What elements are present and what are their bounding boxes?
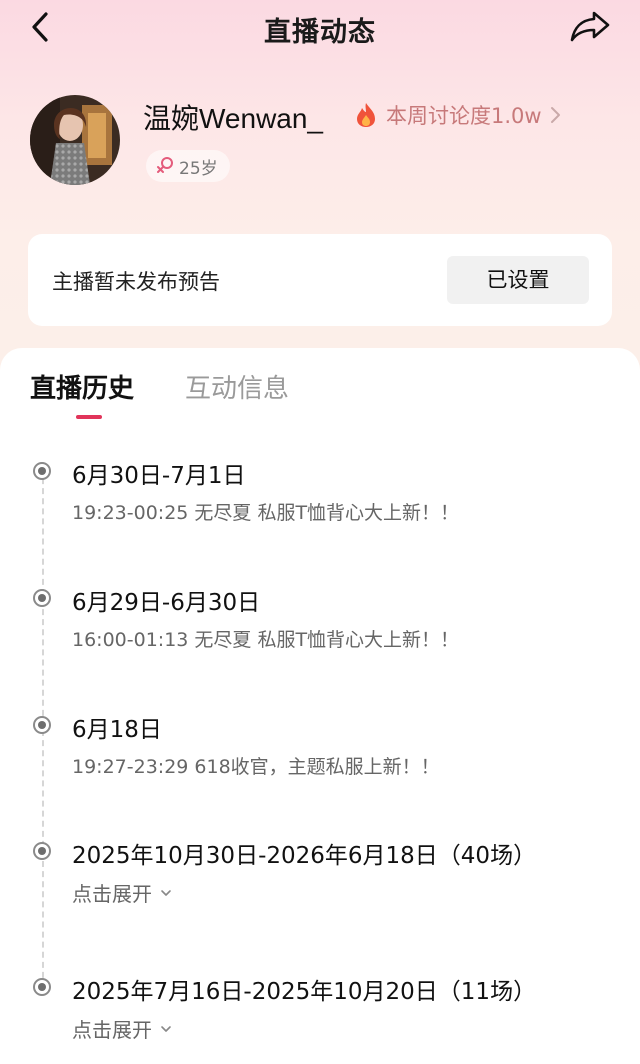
weekly-heat-label: 本周讨论度1.0w <box>386 104 542 128</box>
weekly-heat-link[interactable]: 本周讨论度1.0w <box>356 100 562 130</box>
history-desc: 19:27-23:29 618收官，主题私服上新！！ <box>72 756 440 778</box>
preview-notice-text: 主播暂未发布预告 <box>52 270 220 294</box>
female-icon <box>157 157 173 173</box>
timeline-dot-icon <box>33 716 51 734</box>
chevron-right-icon <box>550 107 560 123</box>
history-date: 6月18日 <box>72 717 162 743</box>
history-desc: 16:00-01:13 无尽夏 私服T恤背心大上新！！ <box>72 629 460 651</box>
history-panel: 直播历史 互动信息 6月30日-7月1日 19:23-00:25 无尽夏 私服T… <box>0 348 640 1064</box>
history-group-date: 2025年7月16日-2025年10月20日（11场） <box>72 979 537 1005</box>
age-label: 25岁 <box>179 158 218 179</box>
history-desc: 19:23-00:25 无尽夏 私服T恤背心大上新！！ <box>72 502 460 524</box>
top-nav-bar: 直播动态 <box>0 0 640 54</box>
timeline-dot-icon <box>33 842 51 860</box>
expand-button[interactable]: 点击展开 <box>72 878 172 907</box>
share-icon[interactable] <box>568 8 612 44</box>
expand-label: 点击展开 <box>72 1018 152 1042</box>
tab-interaction-info[interactable]: 互动信息 <box>185 368 289 405</box>
timeline-dot-icon <box>33 462 51 480</box>
reminder-set-button[interactable]: 已设置 <box>447 256 589 304</box>
chevron-down-icon <box>161 889 171 896</box>
expand-label: 点击展开 <box>72 882 152 906</box>
age-badge: 25岁 <box>146 150 230 182</box>
history-group-date: 2025年10月30日-2026年6月18日（40场） <box>72 843 537 869</box>
timeline-dot-icon <box>33 978 51 996</box>
flame-icon <box>357 103 375 127</box>
timeline-dot-icon <box>33 589 51 607</box>
history-date: 6月29日-6月30日 <box>72 590 261 616</box>
active-tab-indicator <box>76 415 102 419</box>
streamer-name: 温婉Wenwan_ <box>143 103 324 134</box>
expand-button[interactable]: 点击展开 <box>72 1014 172 1043</box>
avatar[interactable] <box>30 95 120 185</box>
tab-live-history[interactable]: 直播历史 <box>30 368 134 405</box>
chevron-down-icon <box>161 1025 171 1032</box>
page-title: 直播动态 <box>264 17 376 48</box>
history-date: 6月30日-7月1日 <box>72 463 246 489</box>
preview-notice-card: 主播暂未发布预告 已设置 <box>28 234 612 326</box>
